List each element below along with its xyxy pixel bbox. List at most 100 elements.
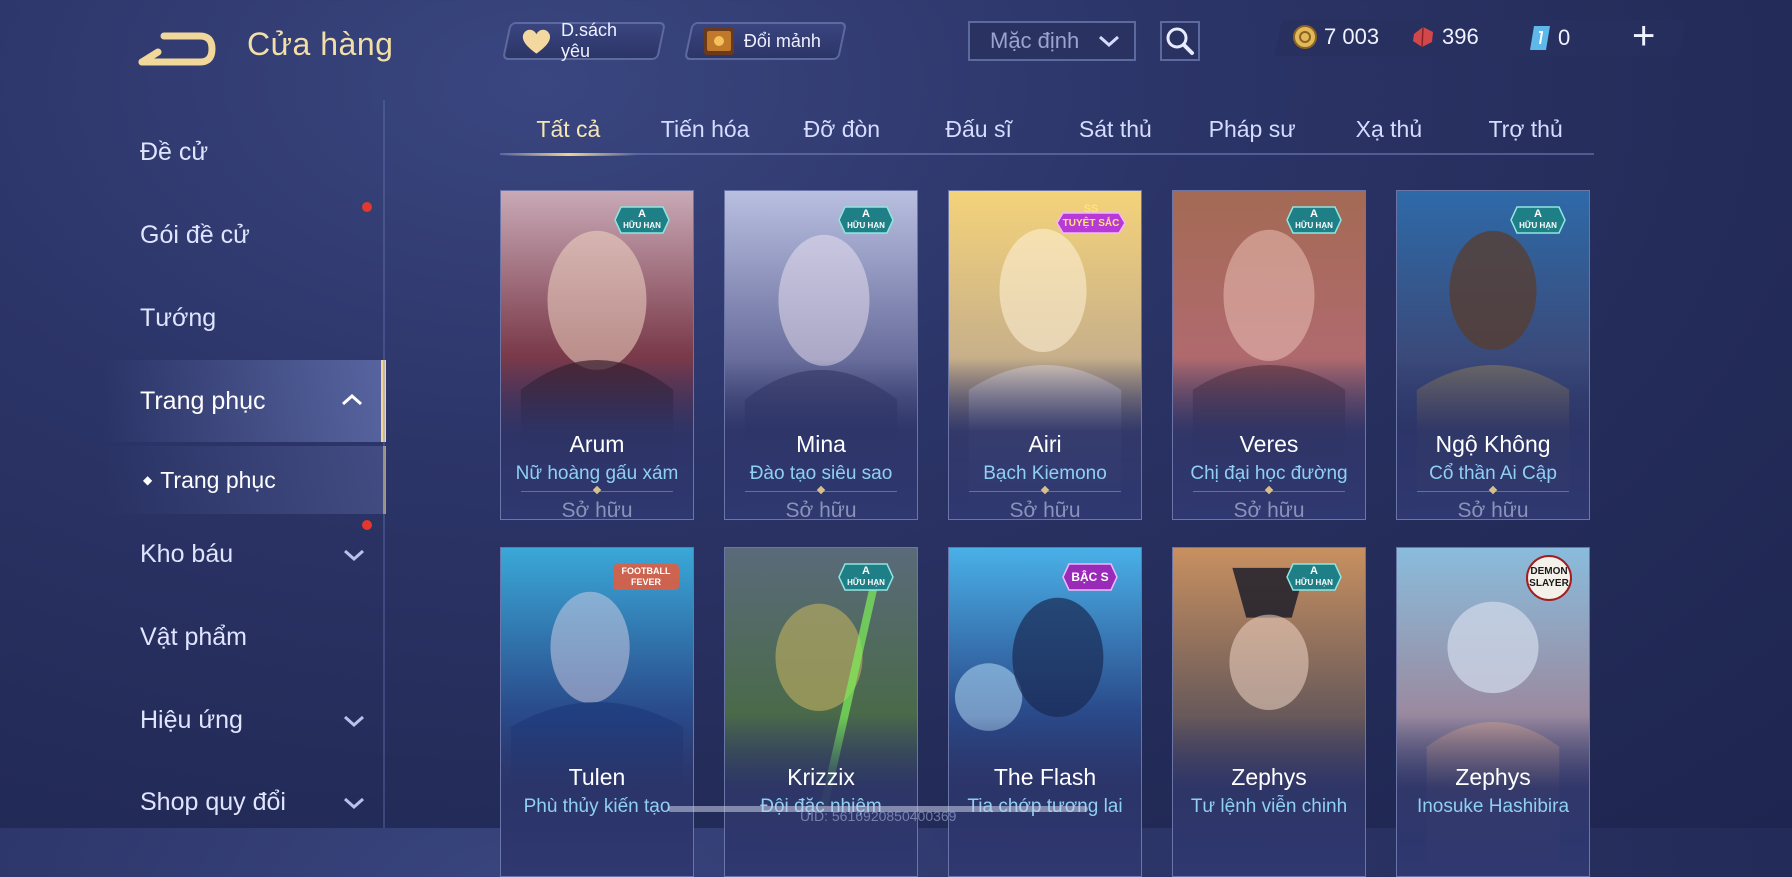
chevron-up-icon: [342, 393, 362, 406]
uid-label: UID: 5616920850400369: [800, 808, 957, 824]
diamond-bullet-icon: ◆: [143, 473, 153, 487]
skin-name: Tư lệnh viễn chinh: [1190, 796, 1348, 817]
badge-label: HỮU HẠN: [623, 221, 661, 230]
card-divider: [969, 491, 1121, 492]
skin-card[interactable]: A HỮU HẠN Mina Đào tạo siêu sao Sở hữu: [724, 190, 918, 520]
back-arrow-icon: [138, 32, 216, 66]
sidebar-item-hieu-ung[interactable]: Hiệu ứng: [0, 690, 383, 750]
blue-card-icon: [1530, 26, 1550, 50]
add-currency-button[interactable]: +: [1632, 16, 1655, 56]
badge-label: FEVER: [630, 577, 661, 587]
sidebar-item-label: Kho báu: [140, 539, 234, 568]
badge-label: SLAYER: [1529, 578, 1569, 589]
notification-dot: [362, 202, 372, 212]
sidebar-item-shop-quy-doi[interactable]: Shop quy đổi: [0, 772, 383, 832]
sidebar-item-de-cu[interactable]: Đề cử: [0, 122, 383, 182]
hero-name: The Flash: [993, 764, 1097, 790]
skin-name: Inosuke Hashibira: [1416, 796, 1570, 817]
skin-card[interactable]: A HỮU HẠN Arum Nữ hoàng gấu xám Sở hữu: [500, 190, 694, 520]
hero-name: Mina: [796, 431, 846, 457]
card-divider: [1417, 491, 1569, 492]
chevron-down-icon: [344, 549, 364, 562]
voucher-amount: 396: [1442, 24, 1479, 49]
skin-name: Bạch Kiemono: [983, 463, 1107, 484]
ownership-status: Sở hữu: [561, 499, 633, 520]
badge-label: HỮU HẠN: [847, 578, 885, 587]
badge-label: HỮU HẠN: [1519, 221, 1557, 230]
badge-label: HỮU HẠN: [1295, 221, 1333, 230]
tab-marksman[interactable]: Xạ thủ: [1321, 106, 1458, 158]
tab-all[interactable]: Tất cả: [500, 106, 637, 158]
tab-support[interactable]: Trợ thủ: [1457, 106, 1594, 158]
badge-label: HỮU HẠN: [1295, 578, 1333, 587]
hero-name: Zephys: [1231, 764, 1307, 790]
badge-rank: A: [862, 565, 870, 577]
skin-name: Chị đại học đường: [1190, 463, 1348, 484]
notification-dot: [362, 520, 372, 530]
sidebar-item-label: Hiệu ứng: [140, 705, 243, 734]
sidebar-item-tuong[interactable]: Tướng: [0, 288, 383, 348]
hero-name: Tulen: [568, 764, 626, 790]
hero-name: Zephys: [1455, 764, 1531, 790]
skin-card[interactable]: A HỮU HẠN Ngộ Không Cổ thần Ai Cập Sở hữ…: [1396, 190, 1590, 520]
red-gem-icon: [1413, 26, 1433, 48]
badge-demon-slayer: DEMON SLAYER: [1521, 554, 1577, 602]
chevron-down-icon: [1099, 35, 1119, 48]
sidebar-item-trang-phuc[interactable]: Trang phục: [0, 371, 383, 431]
sidebar-subitem-trang-phuc[interactable]: ◆ Trang phục: [0, 450, 383, 510]
sidebar-item-label: Tướng: [140, 303, 217, 332]
search-icon: [1166, 27, 1194, 55]
token-currency: 0: [1528, 24, 1570, 52]
sidebar-item-label: Trang phục: [160, 466, 276, 493]
badge-a-limited: A HỮU HẠN: [1509, 203, 1567, 237]
skin-card[interactable]: SS TUYỆT SẮC Airi Bạch Kiemono Sở hữu: [948, 190, 1142, 520]
tab-evolution[interactable]: Tiến hóa: [637, 106, 774, 158]
hero-name: Ngộ Không: [1435, 431, 1551, 457]
card-divider: [1193, 491, 1345, 492]
badge-ss-exquisite: SS TUYỆT SẮC: [1055, 203, 1127, 237]
page-title: Cửa hàng: [247, 26, 394, 62]
gold-coin-icon: [1293, 25, 1317, 49]
gold-amount: 7 003: [1324, 24, 1380, 49]
chevron-down-icon: [344, 715, 364, 728]
skin-name: Cổ thần Ai Cập: [1429, 463, 1557, 484]
sort-dropdown[interactable]: Mặc định: [968, 21, 1136, 61]
card-divider: [521, 491, 673, 492]
sidebar-item-label: Trang phục: [140, 386, 266, 415]
badge-label: HỮU HẠN: [847, 221, 885, 230]
ownership-status: Sở hữu: [1009, 499, 1081, 520]
search-button[interactable]: [1160, 21, 1200, 61]
ownership-status: Sở hữu: [1233, 499, 1305, 520]
sidebar-item-label: Đề cử: [140, 137, 209, 166]
badge-a-limited: A HỮU HẠN: [1285, 203, 1343, 237]
ownership-status: Sở hữu: [1457, 499, 1529, 520]
badge-rank: A: [1534, 208, 1542, 220]
exchange-fragments-button[interactable]: Đổi mảnh: [683, 22, 848, 60]
tab-mage[interactable]: Pháp sư: [1184, 106, 1321, 158]
sidebar-item-label: Shop quy đổi: [140, 787, 286, 816]
tab-warrior[interactable]: Đấu sĩ: [910, 106, 1047, 158]
treasure-chest-icon: [704, 27, 734, 55]
hero-name: Veres: [1239, 431, 1299, 457]
badge-a-limited: A HỮU HẠN: [837, 560, 895, 594]
badge-rank: BẬC S: [1071, 570, 1109, 584]
badge-rank: A: [862, 208, 870, 220]
favorites-button[interactable]: D.sách yêu: [501, 20, 667, 61]
badge-a-limited: A HỮU HẠN: [837, 203, 895, 237]
favorites-label: D.sách yêu: [560, 20, 617, 61]
sidebar-item-kho-bau[interactable]: Kho báu: [0, 524, 383, 584]
sidebar-item-goi-de-cu[interactable]: Gói đề cử: [0, 205, 383, 265]
sidebar-item-label: Gói đề cử: [140, 220, 250, 249]
sort-value: Mặc định: [990, 28, 1080, 53]
hero-name: Krizzix: [787, 764, 855, 790]
back-button[interactable]: [138, 22, 218, 72]
badge-a-limited: A HỮU HẠN: [1285, 560, 1343, 594]
exchange-label: Đổi mảnh: [744, 30, 822, 51]
sidebar-item-vat-pham[interactable]: Vật phẩm: [0, 607, 383, 667]
tab-tank[interactable]: Đỡ đòn: [774, 106, 911, 158]
sidebar-item-label: Vật phẩm: [140, 622, 248, 651]
skin-card[interactable]: A HỮU HẠN Veres Chị đại học đường Sở hữu: [1172, 190, 1366, 520]
badge-rank: FOOTBALL: [621, 566, 671, 576]
tab-assassin[interactable]: Sát thủ: [1047, 106, 1184, 158]
hero-name: Airi: [1028, 431, 1062, 457]
